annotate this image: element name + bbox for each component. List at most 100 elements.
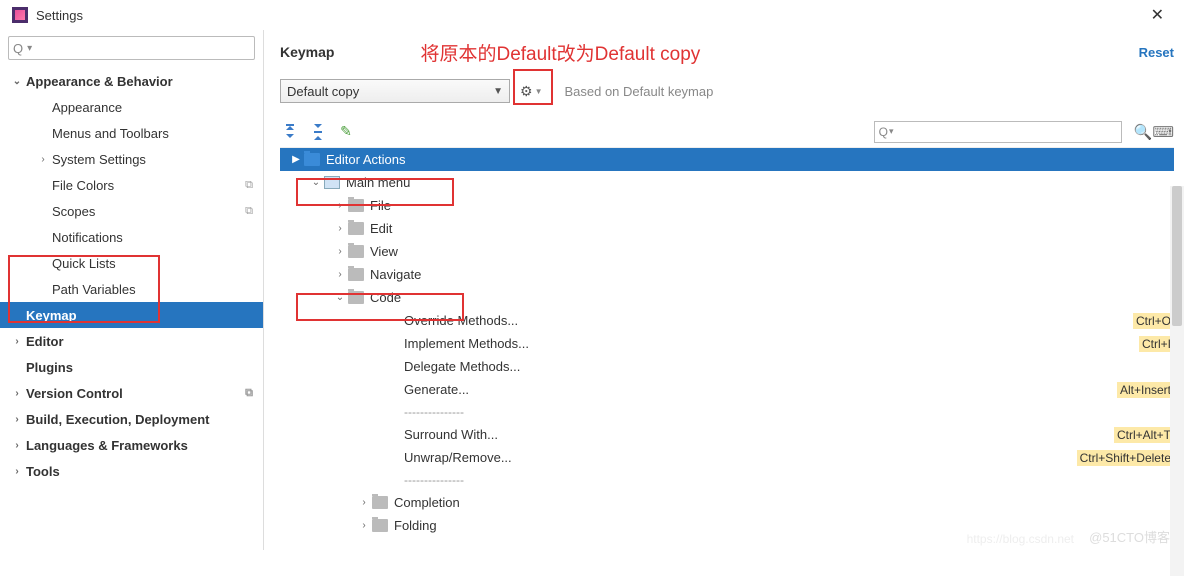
shortcut-badge: Ctrl+O [1133, 313, 1174, 329]
sidebar-item[interactable]: Quick Lists [0, 250, 263, 276]
app-icon [12, 7, 28, 23]
folder-icon [348, 222, 364, 235]
sidebar-item-label: Keymap [24, 308, 77, 323]
folder-icon [304, 153, 320, 166]
tree-edit[interactable]: ›Edit [280, 217, 1174, 240]
sidebar-item[interactable]: Path Variables [0, 276, 263, 302]
sidebar-item-label: Languages & Frameworks [24, 438, 188, 453]
sidebar-item[interactable]: ›Tools [0, 458, 263, 484]
main-panel: Keymap 将原本的Default改为Default copy Reset D… [264, 30, 1184, 550]
find-by-shortcut-icon[interactable]: 🔍⌨ [1134, 123, 1174, 141]
scrollbar[interactable] [1170, 186, 1184, 576]
chevron-icon: › [10, 414, 24, 425]
separator: --------------- [280, 469, 1174, 491]
sidebar-item[interactable]: Menus and Toolbars [0, 120, 263, 146]
shortcut-badge: Ctrl+I [1139, 336, 1174, 352]
sidebar-item[interactable]: ›Editor [0, 328, 263, 354]
keymap-dropdown[interactable]: Default copy ▼ [280, 79, 510, 103]
chevron-icon: › [10, 388, 24, 399]
sidebar-item[interactable]: ⌄Appearance & Behavior [0, 68, 263, 94]
watermark: https://blog.csdn.net [967, 532, 1074, 546]
sidebar-item-label: Build, Execution, Deployment [24, 412, 209, 427]
folder-icon [372, 519, 388, 532]
keymap-dropdown-value: Default copy [287, 84, 359, 99]
sidebar-item-label: Appearance [50, 100, 122, 115]
chevron-down-icon: ▼ [493, 86, 503, 97]
tree-delegate-methods[interactable]: Delegate Methods... [280, 355, 1174, 378]
sidebar-search-input[interactable] [32, 41, 250, 55]
sidebar-item[interactable]: ›Version Control ⧉ [0, 380, 263, 406]
scrollbar-thumb[interactable] [1172, 186, 1182, 326]
gear-icon: ⚙ [520, 83, 533, 100]
sidebar-search[interactable]: Q▾ [8, 36, 255, 60]
sidebar-item[interactable]: Notifications [0, 224, 263, 250]
settings-tree: ⌄Appearance & Behavior Appearance Menus an… [0, 68, 263, 484]
chevron-down-icon: ▼ [535, 87, 543, 96]
tree-file[interactable]: ›File [280, 194, 1174, 217]
close-icon[interactable]: ✕ [1143, 1, 1172, 29]
sidebar-item[interactable]: Plugins [0, 354, 263, 380]
folder-icon [348, 245, 364, 258]
sidebar-item[interactable]: Appearance [0, 94, 263, 120]
chevron-icon: › [10, 466, 24, 477]
tree-main-menu[interactable]: ⌄Main menu [280, 171, 1174, 194]
based-on-text: Based on Default keymap [564, 84, 713, 99]
sidebar-item-label: Menus and Toolbars [50, 126, 169, 141]
sidebar-item-label: Path Variables [50, 282, 136, 297]
edit-icon[interactable]: ✎ [336, 122, 356, 142]
project-badge-icon: ⧉ [245, 387, 253, 400]
sidebar-item-label: System Settings [50, 152, 146, 167]
sidebar-item-label: File Colors [50, 178, 114, 193]
sidebar-item-label: Scopes [50, 204, 95, 219]
window-title: Settings [36, 8, 83, 23]
gear-button[interactable]: ⚙▼ [520, 83, 542, 100]
keymap-toolbar: ✎ Q▾ 🔍⌨ [280, 122, 1174, 148]
sidebar-item[interactable]: ›Languages & Frameworks [0, 432, 263, 458]
separator: --------------- [280, 401, 1174, 423]
folder-icon [348, 199, 364, 212]
action-search-input[interactable] [894, 125, 1117, 139]
sidebar-item[interactable]: Scopes ⧉ [0, 198, 263, 224]
tree-generate[interactable]: Generate...Alt+Insert [280, 378, 1174, 401]
sidebar-item-label: Appearance & Behavior [24, 74, 173, 89]
tree-override-methods[interactable]: Override Methods...Ctrl+O [280, 309, 1174, 332]
tree-surround-with[interactable]: Surround With...Ctrl+Alt+T [280, 423, 1174, 446]
tree-view[interactable]: ›View [280, 240, 1174, 263]
tree-editor-actions[interactable]: ▶Editor Actions [280, 148, 1174, 171]
action-tree: ▶Editor Actions ⌄Main menu ›File ›Edit ›… [280, 148, 1174, 537]
shortcut-badge: Alt+Insert [1117, 382, 1174, 398]
tree-navigate[interactable]: ›Navigate [280, 263, 1174, 286]
search-icon: Q [13, 41, 23, 56]
sidebar-item[interactable]: Keymap [0, 302, 263, 328]
tree-completion[interactable]: ›Completion [280, 491, 1174, 514]
menu-icon [324, 176, 340, 189]
annotation: 将原本的Default改为Default copy [420, 39, 700, 66]
titlebar: Settings ✕ [0, 0, 1184, 30]
sidebar-item-label: Tools [24, 464, 60, 479]
chevron-icon: › [10, 336, 24, 347]
tree-unwrap-remove[interactable]: Unwrap/Remove...Ctrl+Shift+Delete [280, 446, 1174, 469]
chevron-icon: › [36, 154, 50, 165]
page-title: Keymap [280, 44, 334, 60]
folder-icon [372, 496, 388, 509]
chevron-icon: › [10, 440, 24, 451]
sidebar-item[interactable]: ›System Settings [0, 146, 263, 172]
sidebar-item-label: Version Control [24, 386, 123, 401]
action-search[interactable]: Q▾ [874, 121, 1122, 143]
chevron-icon: ⌄ [10, 76, 24, 87]
tree-code[interactable]: ⌄Code [280, 286, 1174, 309]
tree-implement-methods[interactable]: Implement Methods...Ctrl+I [280, 332, 1174, 355]
folder-icon [348, 268, 364, 281]
reset-link[interactable]: Reset [1139, 45, 1174, 60]
sidebar-item-label: Notifications [50, 230, 123, 245]
settings-sidebar: Q▾ ⌄Appearance & Behavior Appearance Menus… [0, 30, 264, 550]
search-icon: Q [879, 125, 888, 139]
sidebar-item-label: Quick Lists [50, 256, 116, 271]
sidebar-item[interactable]: File Colors⧉ [0, 172, 263, 198]
project-badge-icon: ⧉ [245, 205, 253, 218]
folder-icon [348, 291, 364, 304]
sidebar-item[interactable]: ›Build, Execution, Deployment [0, 406, 263, 432]
shortcut-badge: Ctrl+Shift+Delete [1077, 450, 1174, 466]
collapse-all-icon[interactable] [308, 122, 328, 142]
expand-all-icon[interactable] [280, 122, 300, 142]
